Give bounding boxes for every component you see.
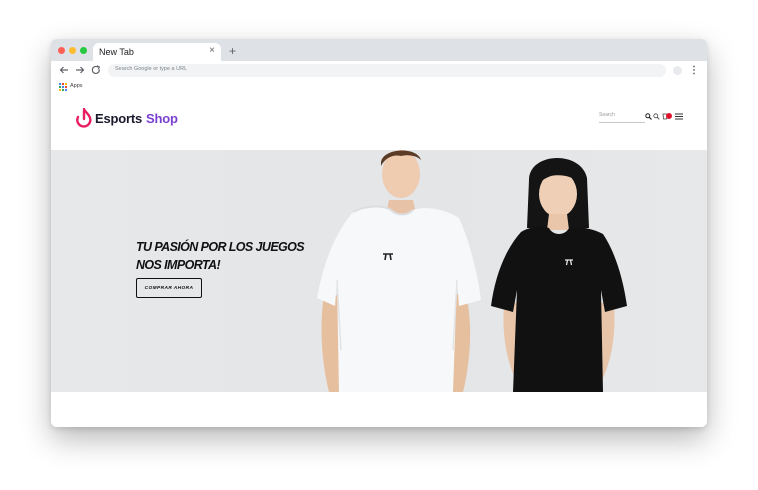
maximize-window-button[interactable] bbox=[80, 47, 87, 54]
forward-arrow-icon[interactable] bbox=[75, 65, 85, 75]
shop-now-button[interactable]: COMPRAR AHORA bbox=[136, 278, 202, 298]
hero-headline: TU PASIÓN POR LOS JUEGOS NOS IMPORTA! bbox=[136, 238, 326, 274]
shop-now-button-label: COMPRAR AHORA bbox=[144, 285, 194, 291]
hero-headline-line2: NOS IMPORTA! bbox=[136, 258, 221, 272]
logo-text-shop: Shop bbox=[146, 110, 178, 126]
address-bar-placeholder: Search Google or type a URL bbox=[115, 66, 188, 72]
reload-icon[interactable] bbox=[91, 65, 101, 75]
apps-grid-icon[interactable] bbox=[59, 83, 67, 91]
hero-banner: TU PASIÓN POR LOS JUEGOS NOS IMPORTA! CO… bbox=[51, 150, 707, 392]
hero-headline-line1: TU PASIÓN POR LOS JUEGOS bbox=[136, 240, 305, 254]
browser-window: New Tab × + Search Google or type a URL bbox=[51, 39, 707, 427]
logo-text-esports: Esports bbox=[95, 110, 143, 126]
model-black-tshirt-image bbox=[491, 157, 627, 392]
site-search-placeholder: Search bbox=[599, 112, 615, 118]
close-window-button[interactable] bbox=[58, 47, 65, 54]
apps-bookmark-label[interactable]: Apps bbox=[70, 83, 83, 89]
close-tab-icon[interactable]: × bbox=[209, 46, 215, 56]
site-search-input[interactable]: Search bbox=[599, 110, 645, 123]
minimize-window-button[interactable] bbox=[69, 47, 76, 54]
profile-avatar[interactable] bbox=[673, 66, 682, 75]
site-header: Esports Shop Search bbox=[51, 93, 707, 150]
page-content-area bbox=[51, 392, 707, 427]
browser-toolbar: Search Google or type a URL bbox=[51, 61, 707, 81]
model-white-tshirt-image bbox=[317, 150, 481, 392]
back-arrow-icon[interactable] bbox=[59, 65, 69, 75]
browser-menu-icon[interactable] bbox=[692, 65, 696, 75]
search-icon[interactable] bbox=[653, 113, 660, 120]
flame-power-icon bbox=[76, 108, 92, 128]
cart-count-badge bbox=[666, 113, 672, 119]
tab-title: New Tab bbox=[99, 47, 134, 57]
browser-tab[interactable]: New Tab × bbox=[93, 43, 221, 61]
new-tab-button[interactable]: + bbox=[229, 45, 236, 57]
web-page: Esports Shop Search TU PASIÓN POR LOS JU… bbox=[51, 93, 707, 427]
bookmarks-bar: Apps bbox=[51, 81, 707, 93]
address-bar[interactable]: Search Google or type a URL bbox=[108, 64, 666, 77]
hamburger-menu-icon[interactable] bbox=[675, 113, 683, 120]
browser-titlebar: New Tab × + bbox=[51, 39, 707, 61]
search-submit-icon[interactable] bbox=[645, 113, 652, 120]
site-logo[interactable]: Esports Shop bbox=[75, 107, 178, 129]
